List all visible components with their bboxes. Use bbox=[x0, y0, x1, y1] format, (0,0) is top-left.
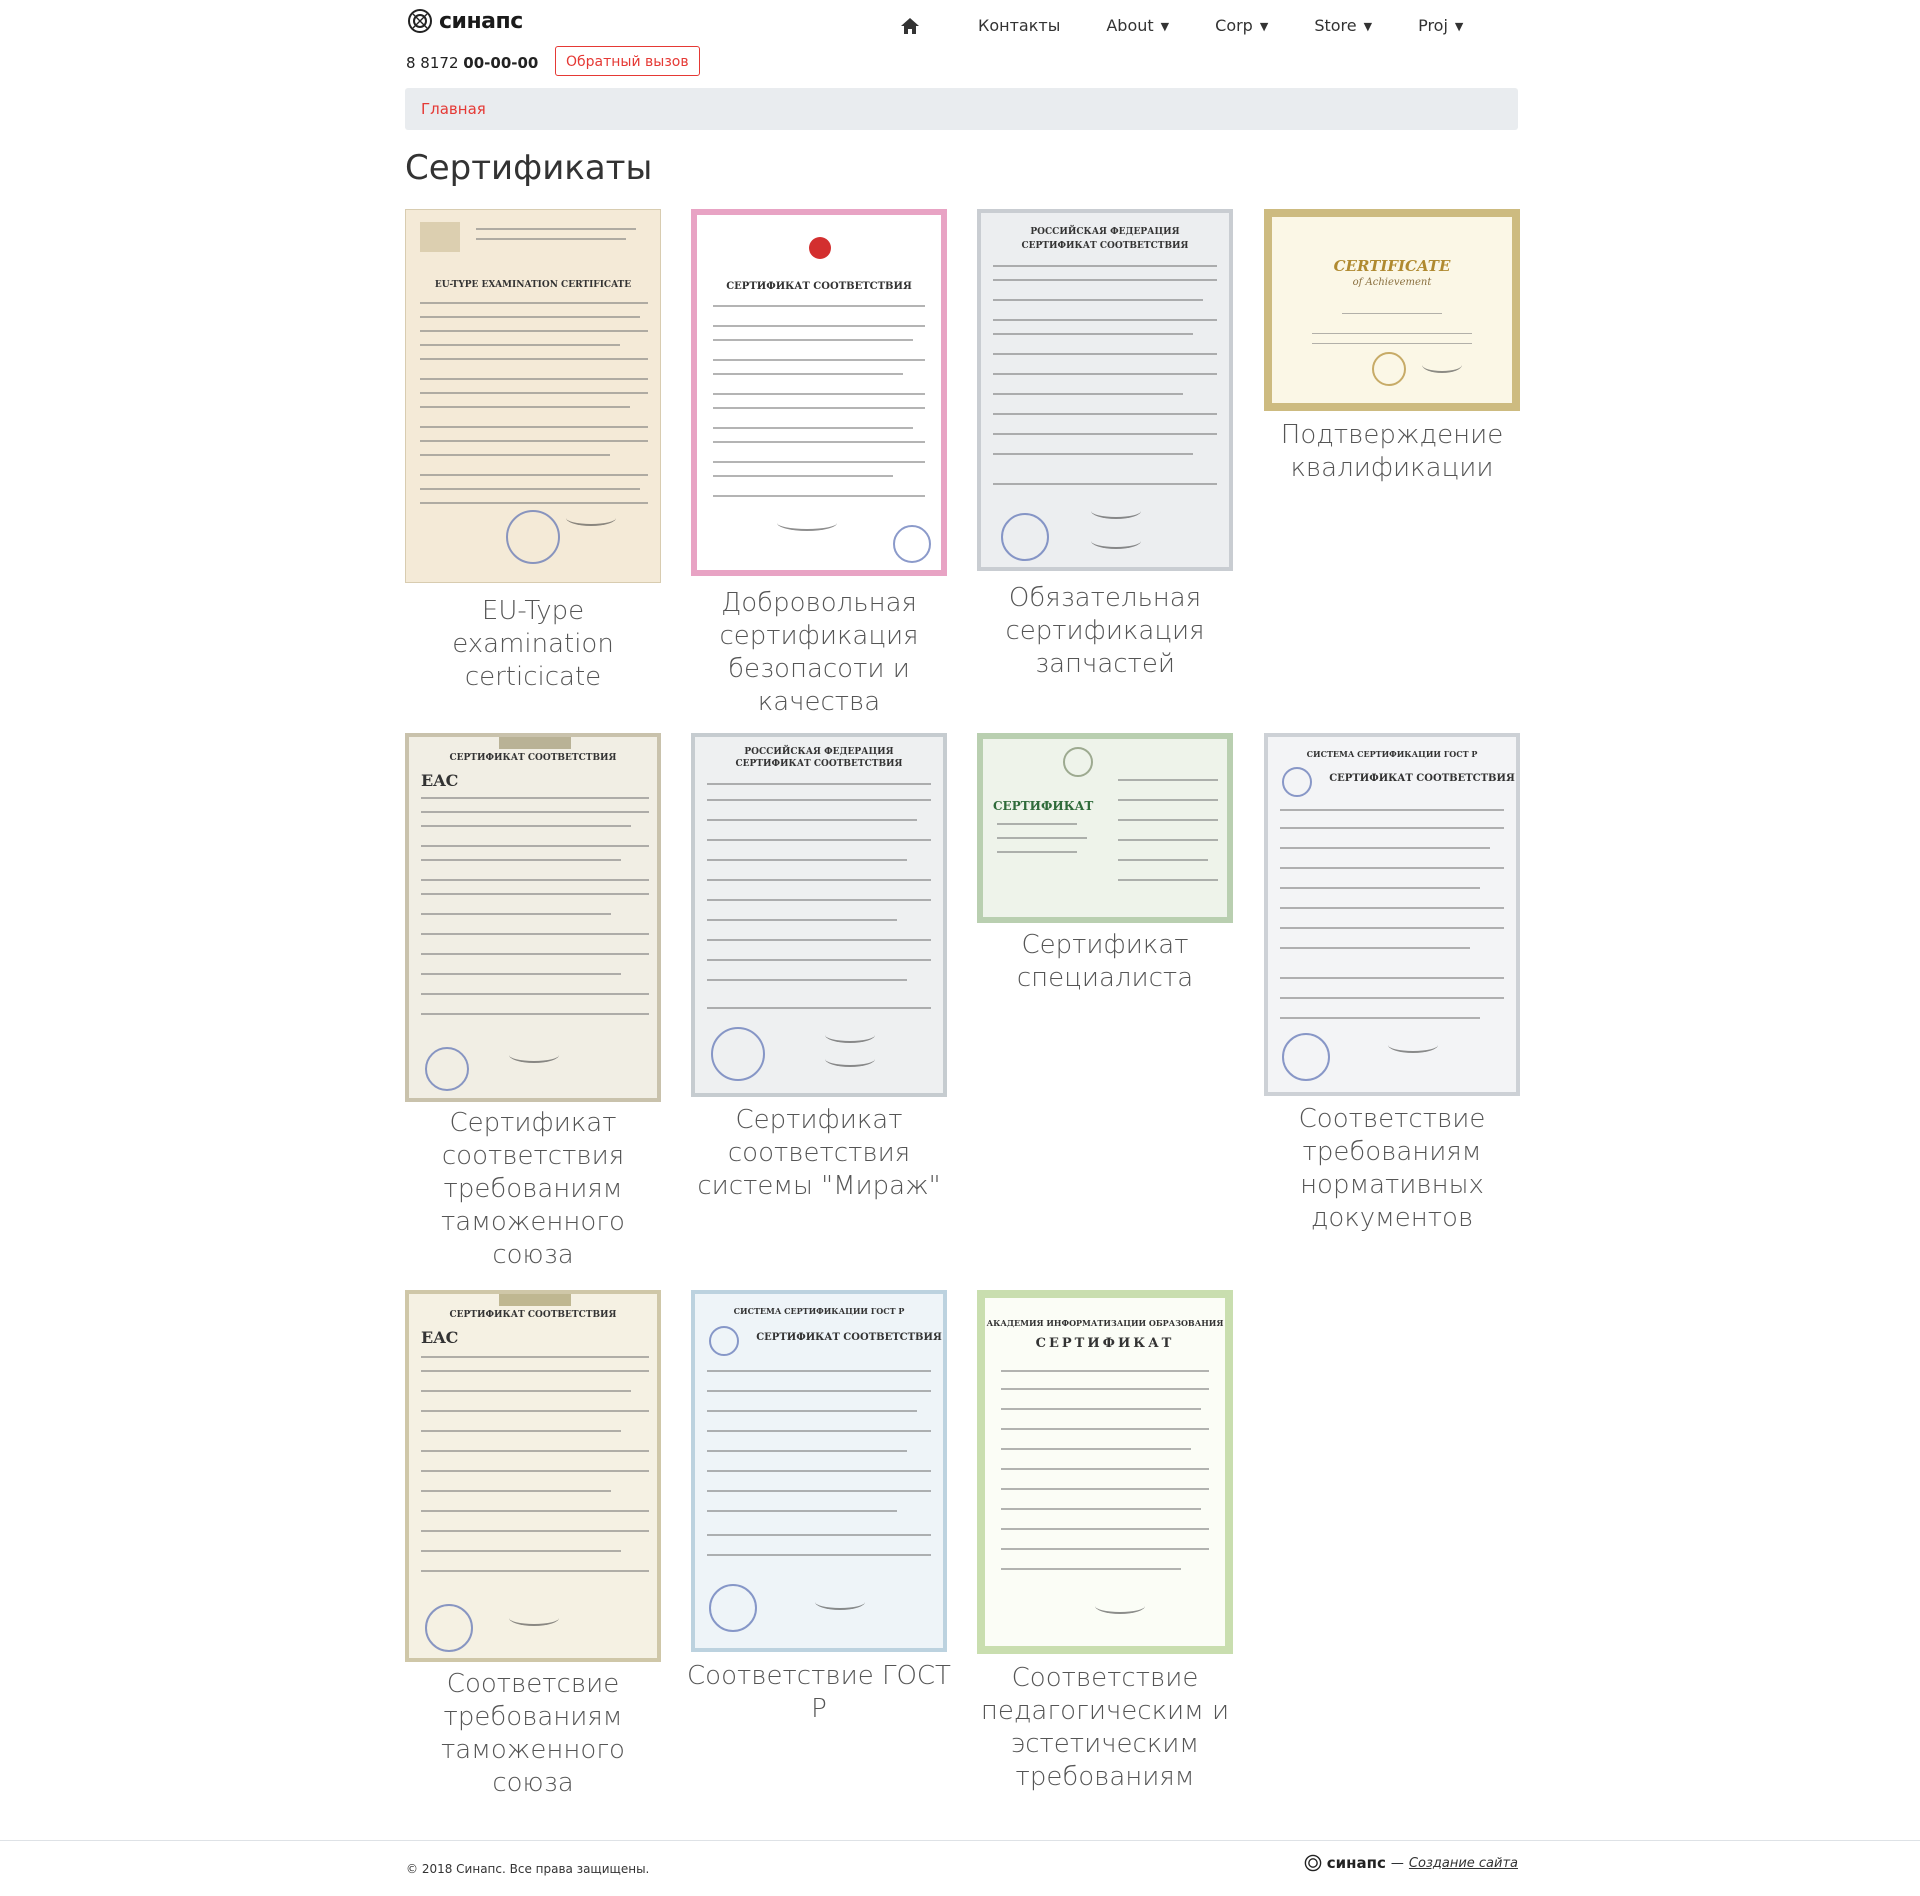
brand-emblem-icon bbox=[809, 237, 831, 259]
certificate-caption[interactable]: Соответсвие требованиям таможенного союз… bbox=[400, 1668, 666, 1800]
certificate-caption[interactable]: Сертификат соответствия системы "Мираж" bbox=[686, 1104, 952, 1203]
phone-number[interactable]: 8 8172 00-00-00 bbox=[406, 54, 538, 72]
nav-label: Proj bbox=[1418, 16, 1448, 35]
certificate-caption[interactable]: Обязательная сертификация запчастей bbox=[972, 582, 1238, 681]
certificate-caption[interactable]: Соответствие требованиям нормативных док… bbox=[1259, 1103, 1525, 1235]
breadcrumb-home-link[interactable]: Главная bbox=[421, 100, 486, 118]
certificate-header: СИСТЕМА СЕРТИФИКАЦИИ ГОСТ Р bbox=[733, 1306, 905, 1316]
certificate-image[interactable]: СЕРТИФИКАТ bbox=[977, 733, 1233, 923]
certificate-caption[interactable]: Сертификат специалиста bbox=[972, 929, 1238, 995]
nav-contacts[interactable]: Контакты bbox=[978, 16, 1060, 35]
certificate-caption[interactable]: Сертификат соответствия требованиям тамо… bbox=[400, 1107, 666, 1272]
certificate-doc-title: EU-TYPE EXAMINATION CERTIFICATE bbox=[434, 280, 632, 290]
nav-home[interactable] bbox=[900, 17, 920, 35]
certificate-doc-title: СЕРТИФИКАТ СООТВЕТСТВИЯ bbox=[449, 753, 617, 763]
certificate-header: РОССИЙСКАЯ ФЕДЕРАЦИЯ bbox=[744, 747, 894, 757]
certificate-header: СИСТЕМА СЕРТИФИКАЦИИ ГОСТ Р bbox=[1306, 749, 1478, 759]
nav-label: Контакты bbox=[978, 16, 1061, 35]
synapse-logo-icon bbox=[1304, 1854, 1322, 1872]
chevron-down-icon: ▼ bbox=[1259, 20, 1269, 33]
certificate-image[interactable]: СЕРТИФИКАТ СООТВЕТСТВИЯ bbox=[691, 209, 947, 576]
certificate-image[interactable]: СИСТЕМА СЕРТИФИКАЦИИ ГОСТ Р СЕРТИФИКАТ С… bbox=[691, 1290, 947, 1652]
nav-label: Store bbox=[1314, 16, 1357, 35]
footer-divider bbox=[0, 1840, 1920, 1841]
nav-label: About bbox=[1106, 16, 1154, 35]
certificate-doc-title: СЕРТИФИКАТ СООТВЕТСТВИЯ bbox=[449, 1310, 617, 1320]
certificate-doc-title: СЕРТИФИКАТ bbox=[1035, 1336, 1175, 1351]
footer-site-link[interactable]: Создание сайта bbox=[1409, 1856, 1518, 1871]
certificate-image[interactable]: СИСТЕМА СЕРТИФИКАЦИИ ГОСТ Р СЕРТИФИКАТ С… bbox=[1264, 733, 1520, 1096]
site-logo[interactable]: синапс bbox=[407, 8, 523, 34]
certificate-image[interactable]: CERTIFICATE of Achievement bbox=[1264, 209, 1520, 411]
certificate-subtitle: of Achievement bbox=[1352, 277, 1432, 288]
eac-mark-icon: EAC bbox=[421, 771, 459, 790]
certificate-doc-title: СЕРТИФИКАТ СООТВЕТСТВИЯ bbox=[1021, 241, 1189, 251]
nav-label: Corp bbox=[1215, 16, 1253, 35]
nav-corp[interactable]: Corp ▼ bbox=[1215, 16, 1268, 35]
footer-dash: — bbox=[1390, 1855, 1404, 1871]
certificate-caption[interactable]: Соответствие ГОСТ Р bbox=[686, 1660, 952, 1726]
certificate-image[interactable]: РОССИЙСКАЯ ФЕДЕРАЦИЯ СЕРТИФИКАТ СООТВЕТС… bbox=[977, 209, 1233, 571]
synapse-logo-icon bbox=[408, 9, 432, 33]
union-banner bbox=[499, 1294, 571, 1306]
eac-mark-icon: EAC bbox=[421, 1328, 459, 1347]
nav-store[interactable]: Store ▼ bbox=[1314, 16, 1372, 35]
phone-prefix: 8 8172 bbox=[406, 54, 459, 72]
logo-text: синапс bbox=[439, 8, 523, 34]
home-icon bbox=[901, 17, 919, 34]
callback-button[interactable]: Обратный вызов bbox=[555, 46, 700, 76]
chevron-down-icon: ▼ bbox=[1363, 20, 1373, 33]
certificate-doc-title: СЕРТИФИКАТ СООТВЕТСТВИЯ bbox=[756, 1332, 942, 1343]
footer-credit: синапс — Создание сайта bbox=[1304, 1854, 1518, 1872]
certificate-caption[interactable]: EU-Type examination certicicate bbox=[400, 595, 666, 694]
footer-brand[interactable]: синапс bbox=[1327, 1854, 1386, 1872]
certificate-caption[interactable]: Добровольная сертификация безопасоти и к… bbox=[686, 587, 952, 719]
certificate-image[interactable]: СЕРТИФИКАТ СООТВЕТСТВИЯ EAC bbox=[405, 733, 661, 1102]
certificate-image[interactable]: EU-TYPE EXAMINATION CERTIFICATE bbox=[405, 209, 661, 583]
breadcrumb: Главная bbox=[405, 88, 1518, 130]
certificate-image[interactable]: СЕРТИФИКАТ СООТВЕТСТВИЯ EAC bbox=[405, 1290, 661, 1662]
page-title: Сертификаты bbox=[405, 148, 653, 188]
certificate-doc-title: СЕРТИФИКАТ СООТВЕТСТВИЯ bbox=[726, 281, 912, 292]
certificate-header: РОССИЙСКАЯ ФЕДЕРАЦИЯ bbox=[1030, 227, 1180, 237]
certificate-doc-title: СЕРТИФИКАТ СООТВЕТСТВИЯ bbox=[1329, 773, 1515, 784]
nav-about[interactable]: About ▼ bbox=[1106, 16, 1169, 35]
phone-main: 00-00-00 bbox=[463, 54, 539, 72]
chevron-down-icon: ▼ bbox=[1160, 20, 1170, 33]
chevron-down-icon: ▼ bbox=[1454, 20, 1464, 33]
nav-proj[interactable]: Proj ▼ bbox=[1418, 16, 1463, 35]
certificate-doc-title: CERTIFICATE bbox=[1333, 257, 1451, 275]
certificate-doc-title: СЕРТИФИКАТ bbox=[993, 799, 1094, 813]
main-nav: Контакты About ▼ Corp ▼ Store ▼ Proj ▼ bbox=[900, 16, 1463, 35]
union-banner bbox=[499, 737, 571, 749]
certificate-caption[interactable]: Подтверждение квалификации bbox=[1259, 419, 1525, 485]
certificate-doc-title: СЕРТИФИКАТ СООТВЕТСТВИЯ bbox=[735, 759, 903, 769]
certificate-header: АКАДЕМИЯ ИНФОРМАТИЗАЦИИ ОБРАЗОВАНИЯ bbox=[986, 1318, 1224, 1328]
certificate-image[interactable]: АКАДЕМИЯ ИНФОРМАТИЗАЦИИ ОБРАЗОВАНИЯ СЕРТ… bbox=[977, 1290, 1233, 1654]
footer-copyright: © 2018 Синапс. Все права защищены. bbox=[406, 1862, 650, 1876]
certificate-image[interactable]: РОССИЙСКАЯ ФЕДЕРАЦИЯ СЕРТИФИКАТ СООТВЕТС… bbox=[691, 733, 947, 1097]
certificate-caption[interactable]: Соответствие педагогическим и эстетическ… bbox=[972, 1662, 1238, 1794]
